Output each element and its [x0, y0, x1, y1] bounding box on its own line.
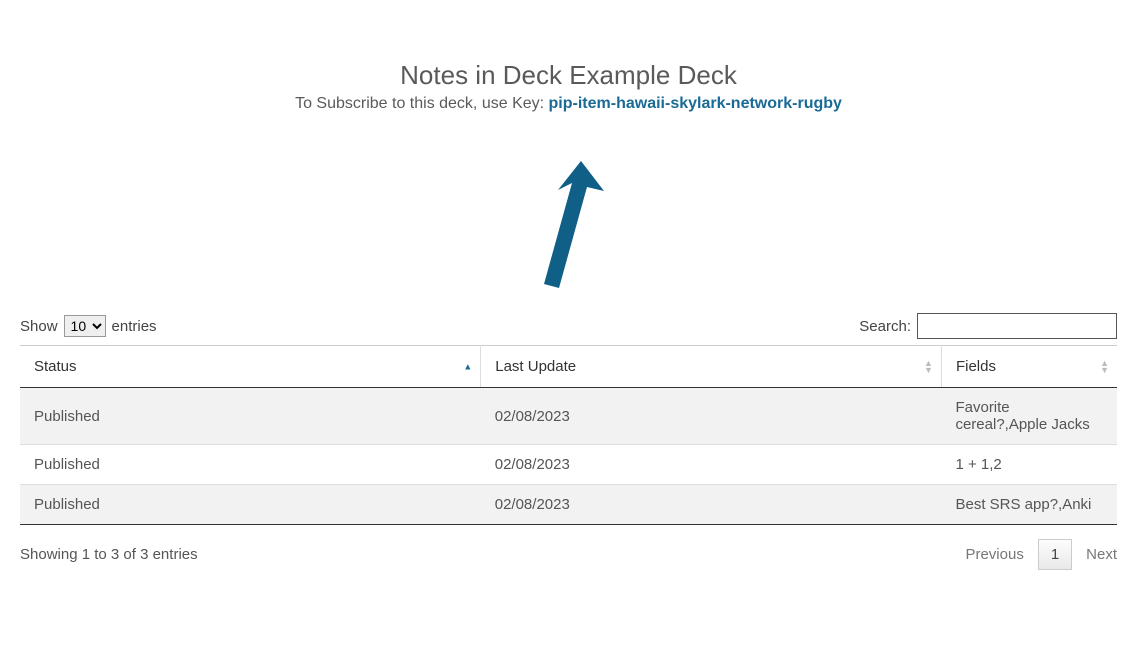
table-row[interactable]: Published 02/08/2023 Favorite cereal?,Ap…: [20, 388, 1117, 445]
show-label-after: entries: [112, 318, 157, 335]
cell-last-update: 02/08/2023: [481, 485, 942, 525]
cell-status: Published: [20, 485, 481, 525]
prev-button[interactable]: Previous: [965, 546, 1023, 563]
table-row[interactable]: Published 02/08/2023 1 + 1,2: [20, 445, 1117, 485]
cell-status: Published: [20, 445, 481, 485]
col-header-last-update-label: Last Update: [495, 358, 576, 375]
cell-fields: 1 + 1,2: [941, 445, 1117, 485]
sort-icon: ▲: [463, 363, 472, 370]
col-header-status-label: Status: [34, 358, 77, 375]
col-header-status[interactable]: Status ▲: [20, 346, 481, 388]
subscribe-line: To Subscribe to this deck, use Key: pip-…: [20, 95, 1117, 113]
pointer-arrow: [20, 153, 1117, 313]
cell-last-update: 02/08/2023: [481, 388, 942, 445]
pagination: Previous 1 Next: [965, 539, 1117, 570]
table-info: Showing 1 to 3 of 3 entries: [20, 546, 198, 563]
cell-last-update: 02/08/2023: [481, 445, 942, 485]
col-header-last-update[interactable]: Last Update ▲▼: [481, 346, 942, 388]
entries-select[interactable]: 10: [64, 315, 106, 337]
show-label-before: Show: [20, 318, 58, 335]
next-button[interactable]: Next: [1086, 546, 1117, 563]
sort-icon: ▲▼: [1100, 360, 1109, 374]
col-header-fields[interactable]: Fields ▲▼: [941, 346, 1117, 388]
cell-fields: Best SRS app?,Anki: [941, 485, 1117, 525]
subscribe-key-link[interactable]: pip-item-hawaii-skylark-network-rugby: [549, 95, 842, 112]
subscribe-prefix: To Subscribe to this deck, use Key:: [295, 95, 548, 112]
table-row[interactable]: Published 02/08/2023 Best SRS app?,Anki: [20, 485, 1117, 525]
cell-fields: Favorite cereal?,Apple Jacks: [941, 388, 1117, 445]
sort-icon: ▲▼: [924, 360, 933, 374]
search-input[interactable]: [917, 313, 1117, 339]
notes-table: Status ▲ Last Update ▲▼ Fields ▲▼: [20, 345, 1117, 525]
page-number-1[interactable]: 1: [1038, 539, 1072, 570]
search-label: Search:: [859, 318, 911, 335]
page-title: Notes in Deck Example Deck: [20, 60, 1117, 91]
col-header-fields-label: Fields: [956, 358, 996, 375]
cell-status: Published: [20, 388, 481, 445]
